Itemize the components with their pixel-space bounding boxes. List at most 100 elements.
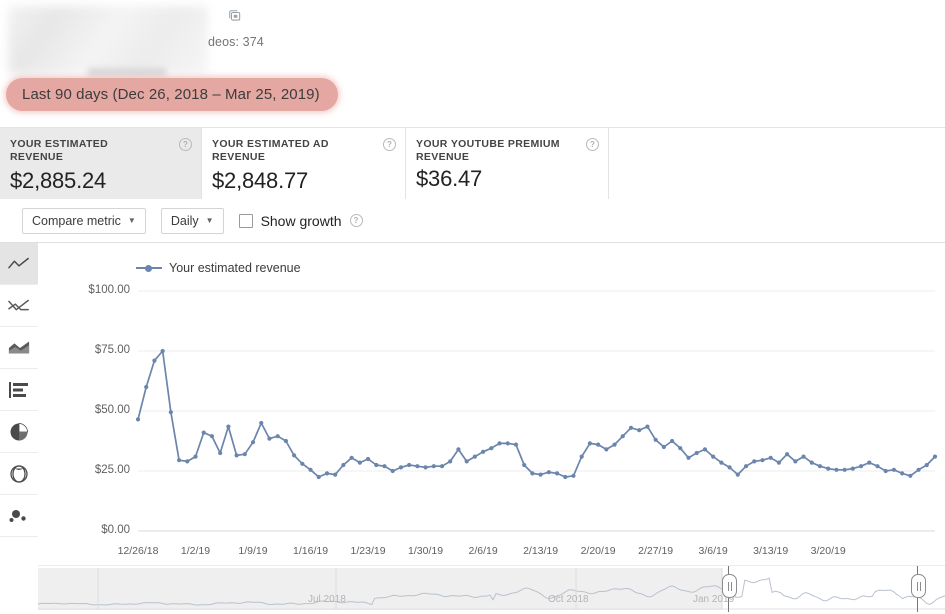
chart-data-point[interactable] [719, 460, 724, 465]
chart-data-point[interactable] [456, 447, 461, 452]
chart-data-point[interactable] [735, 472, 740, 477]
chart-data-point[interactable] [300, 461, 305, 466]
chart-data-point[interactable] [522, 462, 527, 468]
chart-data-point[interactable] [760, 458, 765, 463]
chart-data-point[interactable] [250, 440, 256, 445]
metric-card-estimated-revenue[interactable]: YOUR ESTIMATED REVENUE $2,885.24 ? [0, 128, 202, 200]
interval-select-button[interactable]: Daily ▼ [160, 207, 224, 234]
chart-data-point[interactable] [489, 446, 494, 451]
chart-data-point[interactable] [932, 454, 938, 459]
metric-card-estimated-ad-revenue[interactable]: YOUR ESTIMATED AD REVENUE $2,848.77 ? [202, 128, 406, 200]
chart-data-point[interactable] [193, 454, 198, 459]
show-growth-checkbox[interactable] [238, 213, 253, 228]
chart-data-point[interactable] [817, 464, 823, 469]
chart-data-point[interactable] [809, 460, 814, 465]
chart-data-point[interactable] [152, 358, 157, 363]
chart-data-point[interactable] [365, 456, 371, 462]
chart-data-point[interactable] [530, 471, 535, 476]
chart-data-point[interactable] [374, 462, 379, 468]
chart-data-point[interactable] [464, 459, 469, 464]
chart-data-point[interactable] [480, 449, 486, 454]
chart-data-point[interactable] [776, 460, 781, 465]
chart-data-point[interactable] [752, 459, 757, 464]
chart-data-point[interactable] [711, 454, 716, 459]
chart-data-point[interactable] [176, 458, 182, 463]
chart-data-point[interactable] [637, 428, 642, 433]
chart-data-point[interactable] [653, 437, 658, 442]
help-icon[interactable]: ? [349, 214, 363, 227]
chart-data-point[interactable] [218, 450, 223, 456]
chart-data-point[interactable] [135, 417, 141, 422]
chart-data-point[interactable] [407, 462, 412, 468]
chart-data-point[interactable] [694, 450, 699, 456]
chart-data-point[interactable] [292, 453, 297, 458]
chart-data-point[interactable] [415, 464, 420, 469]
chart-data-point[interactable] [842, 467, 847, 472]
chart-data-point[interactable] [316, 474, 321, 480]
chart-data-point[interactable] [497, 441, 502, 446]
chart-data-point[interactable] [571, 473, 576, 478]
chart-data-point[interactable] [727, 465, 732, 470]
chart-data-point[interactable] [875, 464, 880, 469]
chart-data-point[interactable] [448, 459, 453, 464]
chart-type-area-chart-icon[interactable] [0, 327, 38, 369]
range-start-handle[interactable] [722, 574, 737, 598]
chart-data-point[interactable] [341, 462, 346, 468]
chart-data-point[interactable] [924, 462, 929, 468]
metric-card-youtube-premium-revenue[interactable]: YOUR YOUTUBE PREMIUM REVENUE $36.47 ? [406, 128, 609, 200]
chart-data-point[interactable] [768, 455, 773, 460]
chart-data-point[interactable] [883, 468, 888, 474]
chart-data-point[interactable] [645, 424, 650, 429]
help-icon[interactable]: ? [179, 138, 192, 151]
chart-data-point[interactable] [431, 464, 436, 469]
chart-data-point[interactable] [793, 459, 798, 464]
chart-data-point[interactable] [785, 452, 790, 457]
chart-data-point[interactable] [628, 425, 634, 430]
chart-data-point[interactable] [834, 467, 839, 472]
chart-data-point[interactable] [563, 474, 568, 480]
chart-data-point[interactable] [390, 468, 395, 474]
chart-type-line-chart-icon[interactable] [0, 243, 38, 285]
chart-data-point[interactable] [398, 465, 404, 470]
chart-data-point[interactable] [604, 447, 609, 452]
chart-data-point[interactable] [333, 472, 338, 477]
chart-data-point[interactable] [546, 470, 551, 475]
chart-data-point[interactable] [908, 473, 913, 478]
chart-data-point[interactable] [686, 455, 691, 460]
chart-data-point[interactable] [267, 436, 272, 441]
chart-data-point[interactable] [612, 442, 617, 447]
chart-data-point[interactable] [587, 441, 593, 446]
chart-data-point[interactable] [209, 434, 215, 439]
chart-data-point[interactable] [916, 467, 921, 472]
chart-type-geography-globe-icon[interactable] [0, 453, 38, 495]
chart-type-bar-chart-icon[interactable] [0, 369, 38, 411]
chart-data-point[interactable] [596, 442, 601, 447]
chart-data-point[interactable] [168, 410, 173, 415]
chart-data-point[interactable] [801, 454, 806, 459]
chart-data-point[interactable] [283, 438, 288, 444]
show-growth-control[interactable]: Show growth ? [238, 213, 363, 229]
chart-data-point[interactable] [867, 460, 872, 465]
chart-data-point[interactable] [678, 446, 683, 451]
chart-data-point[interactable] [275, 434, 280, 439]
chart-data-point[interactable] [538, 472, 543, 477]
chart-data-point[interactable] [160, 348, 165, 354]
chart-data-point[interactable] [743, 464, 749, 469]
chart-plot-surface[interactable]: $0.00 $25.00 $50.00 $75.00 $100.00 12/26/18 1/… [38, 243, 945, 565]
compare-metric-button[interactable]: Compare metric ▼ [22, 207, 146, 234]
chart-data-point[interactable] [349, 455, 354, 460]
chart-data-point[interactable] [826, 466, 831, 471]
chart-data-point[interactable] [513, 442, 519, 447]
chart-data-point[interactable] [505, 441, 510, 446]
chart-data-point[interactable] [201, 430, 206, 435]
chart-range-navigator[interactable]: Jul 2018 Oct 2018 Jan 2019 [38, 565, 945, 614]
chart-data-point[interactable] [554, 471, 560, 476]
chart-data-point[interactable] [661, 444, 666, 450]
chart-data-point[interactable] [185, 459, 190, 464]
chart-type-multi-line-chart-icon[interactable] [0, 285, 38, 327]
chart-data-point[interactable] [620, 434, 625, 439]
help-icon[interactable]: ? [383, 138, 396, 151]
chart-data-point[interactable] [423, 465, 428, 470]
chart-data-point[interactable] [308, 467, 313, 472]
chart-data-point[interactable] [357, 460, 362, 465]
